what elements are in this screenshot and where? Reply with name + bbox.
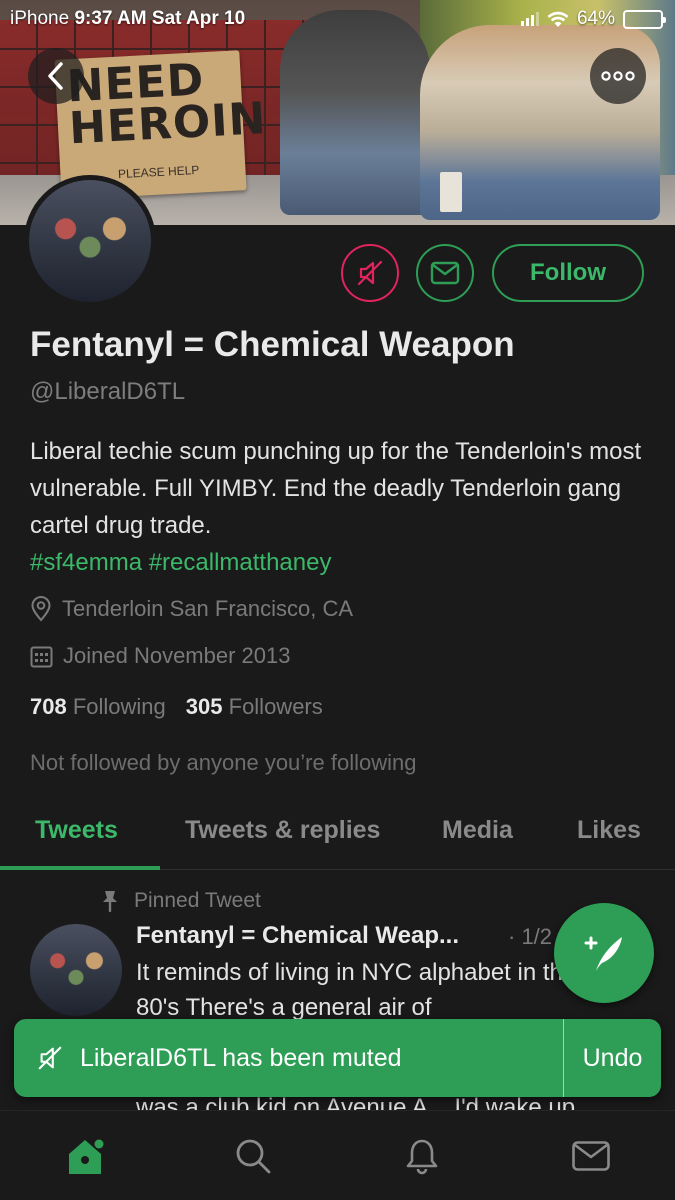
status-left: iPhone 9:37 AM Sat Apr 10 [10,8,245,30]
profile-location: Tenderloin San Francisco, CA [30,596,353,622]
tweet-date: · 1/2 [508,924,553,949]
followers-count: 305 [185,694,223,719]
location-text: Tenderloin San Francisco, CA [62,596,354,621]
bio-text: Liberal techie scum punching up for the … [30,438,642,539]
banner-sign-text: NEED HEROIN [65,54,268,155]
follow-button[interactable]: Follow [492,244,644,302]
nav-home[interactable] [60,1131,110,1181]
active-tab-indicator [0,866,160,870]
nav-notifications[interactable] [397,1131,447,1181]
envelope-icon [430,261,460,285]
undo-button[interactable]: Undo [564,1019,661,1097]
bell-icon [406,1139,438,1175]
status-bar: iPhone 9:37 AM Sat Apr 10 64% [0,4,675,34]
profile-joined: Joined November 2013 [30,643,290,669]
signal-icon [520,12,539,26]
status-date: Sat Apr 10 [151,8,246,29]
following-count: 708 [30,694,67,719]
pinned-tweet-label: Pinned Tweet [134,889,261,912]
chevron-left-icon [48,62,63,90]
tab-likes[interactable]: Likes [577,816,641,845]
wifi-icon [547,11,569,27]
banner-cup [440,172,462,212]
bio-hashtags[interactable]: #sf4emma #recallmatthaney [30,549,331,576]
tab-media[interactable]: Media [442,816,513,845]
tweet-author[interactable]: Fentanyl = Chemical Weap... [136,922,459,950]
speaker-muted-icon [357,260,383,286]
home-icon [69,1139,104,1174]
pinned-label-row: Pinned Tweet [100,889,261,913]
battery-percent: 64% [576,8,615,29]
battery-icon [623,9,666,29]
more-dots-icon [601,71,635,81]
unmute-button[interactable] [341,244,399,302]
profile-bio: Liberal techie scum punching up for the … [30,433,650,581]
following-label: Following [72,694,166,719]
followers-link[interactable]: 305 Followers [186,694,323,719]
search-icon [236,1139,271,1174]
status-time: 9:37 AM [74,8,147,29]
followers-label: Followers [228,694,323,719]
direct-message-button[interactable] [416,244,474,302]
location-pin-icon [31,596,51,622]
toast-message-row: LiberalD6TL has been muted [36,1019,402,1097]
speaker-muted-icon [38,1046,62,1070]
pin-icon [103,891,117,913]
profile-avatar[interactable] [24,175,156,307]
tab-tweets[interactable]: Tweets [35,816,118,845]
nav-messages[interactable] [566,1131,616,1181]
nav-search[interactable] [228,1131,278,1181]
compose-feather-icon [584,936,622,971]
tab-tweets-replies[interactable]: Tweets & replies [185,816,380,845]
carrier-label: iPhone [10,8,70,29]
banner-person-left [280,10,430,215]
follow-counts: 708 Following 305 Followers [30,694,323,720]
compose-tweet-button[interactable] [554,903,654,1003]
back-button[interactable] [28,48,84,104]
joined-text: Joined November 2013 [63,643,291,668]
muted-toast: LiberalD6TL has been muted Undo [14,1019,661,1097]
profile-tabs: Tweets Tweets & replies Media Likes [0,800,675,870]
not-followed-note: Not followed by anyone you’re following [30,750,417,775]
tweet-avatar[interactable] [30,924,122,1016]
status-right: 64% [520,8,666,30]
following-link[interactable]: 708 Following [30,694,166,719]
bottom-navigation [0,1110,675,1200]
profile-handle: @LiberalD6TL [30,378,186,405]
toast-message: LiberalD6TL has been muted [80,1043,402,1072]
calendar-icon [30,646,53,667]
profile-display-name: Fentanyl = Chemical Weapon [30,325,515,364]
envelope-icon [572,1141,610,1171]
tweet-text[interactable]: It reminds of living in NYC alphabet in … [136,955,586,1025]
more-options-button[interactable] [590,48,646,104]
